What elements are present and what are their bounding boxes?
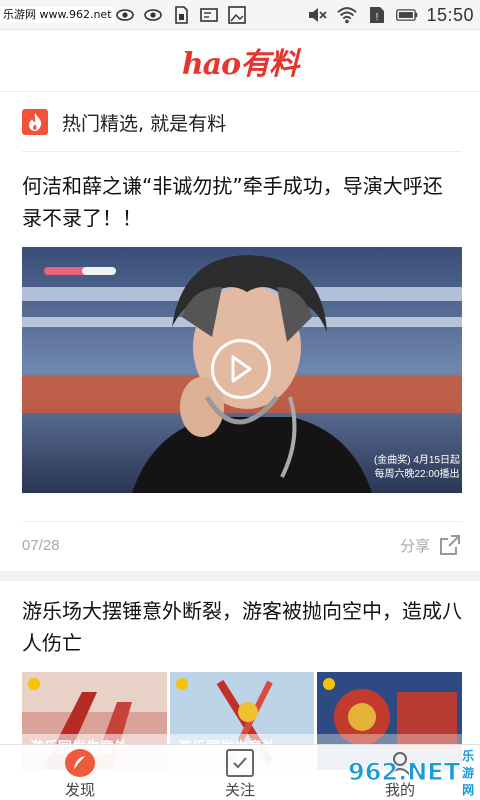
badge-icon — [175, 678, 188, 690]
section-header: 热门精选, 就是有料 — [22, 104, 462, 140]
article-meta: 07/28 分享 — [22, 530, 462, 560]
battery-icon — [396, 4, 418, 26]
eye-icon — [142, 4, 164, 26]
status-bar: 乐游网 www.962.net ! 15:50 — [0, 0, 480, 30]
status-bar-left: 乐游网 www.962.net — [0, 0, 115, 30]
notification-icons — [114, 4, 248, 26]
section-title: 热门精选, 就是有料 — [62, 112, 227, 135]
screen-icon — [198, 4, 220, 26]
wifi-icon — [336, 4, 358, 26]
feather-icon — [65, 749, 95, 777]
watermark-text: 乐游网 www.962.net — [0, 7, 115, 23]
svg-text:!: ! — [376, 12, 379, 23]
nav-discover[interactable]: 发现 — [0, 745, 160, 800]
checkbox-icon — [226, 749, 254, 777]
video-thumbnail[interactable]: (金曲奖) 4月15日起 每周六晚22:00播出 — [22, 247, 462, 493]
share-button[interactable]: 分享 — [400, 533, 462, 557]
nav-label: 发现 — [64, 781, 95, 799]
divider — [22, 521, 462, 522]
nav-label: 关注 — [224, 781, 255, 799]
play-button[interactable] — [211, 339, 271, 399]
share-label: 分享 — [399, 536, 430, 555]
signal-blocked-icon: ! — [366, 4, 388, 26]
image-icon — [226, 4, 248, 26]
article-date: 07/28 — [22, 536, 60, 554]
nav-follow[interactable]: 关注 — [160, 745, 320, 800]
app-logo: hao有料 — [181, 46, 299, 82]
article-title[interactable]: 游乐场大摆锤意外断裂，游客被抛向空中，造成八人伤亡 — [22, 595, 462, 659]
article-title[interactable]: 何洁和薛之谦“非诚勿扰”牵手成功，导演大呼还录不录了！！ — [22, 170, 462, 234]
section-separator — [0, 571, 480, 581]
site-watermark: 962.NET 乐游网 — [347, 749, 474, 797]
video-caption-2: 每周六晚22:00播出 — [374, 467, 459, 480]
app-header: hao有料 — [0, 30, 480, 92]
status-bar-right: ! 15:50 — [306, 0, 474, 30]
play-icon — [231, 355, 252, 383]
share-icon — [440, 535, 460, 555]
app-screen: 乐游网 www.962.net ! 15:50 hao有料 热门精选, 就是有料… — [0, 0, 480, 800]
sim-card-icon — [170, 4, 192, 26]
badge-icon — [28, 678, 40, 690]
video-caption-1: (金曲奖) 4月15日起 — [374, 453, 460, 466]
eye-icon — [114, 4, 136, 26]
clock: 15:50 — [426, 4, 474, 25]
divider — [22, 151, 462, 152]
site-watermark-sub: 乐游网 — [462, 748, 475, 797]
flame-icon — [22, 109, 48, 135]
site-watermark-logo: 962.NET — [347, 758, 461, 787]
mute-icon — [306, 4, 328, 26]
